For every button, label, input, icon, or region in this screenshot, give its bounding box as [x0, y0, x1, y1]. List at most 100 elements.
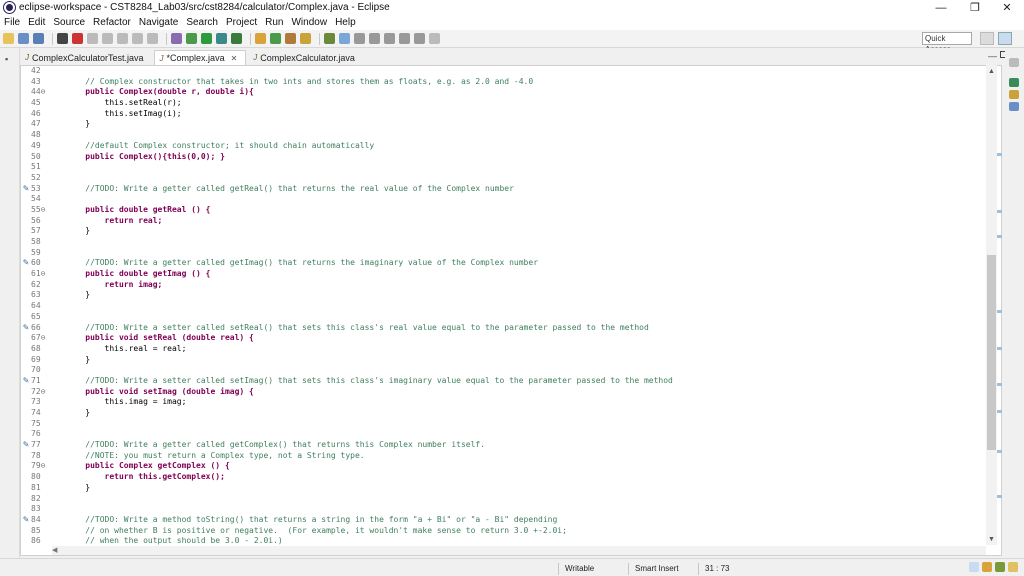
task-marker[interactable]: [997, 347, 1002, 350]
code-line[interactable]: //TODO: Write a setter called setReal() …: [66, 323, 981, 334]
back-icon[interactable]: [414, 33, 425, 44]
task-marker[interactable]: [997, 153, 1002, 156]
vertical-scrollbar[interactable]: ▲ ▼: [986, 65, 997, 545]
code-line[interactable]: public Complex(){this(0,0); }: [66, 152, 981, 163]
minimize-editor-icon[interactable]: —: [988, 51, 997, 61]
save-all-icon[interactable]: [33, 33, 44, 44]
menu-edit[interactable]: Edit: [28, 17, 45, 28]
restore-icon[interactable]: ▪: [5, 54, 8, 64]
show-whitespace-icon[interactable]: [354, 33, 365, 44]
code-line[interactable]: }: [66, 119, 981, 130]
code-line[interactable]: }: [66, 483, 981, 494]
task-marker[interactable]: [997, 235, 1002, 238]
external-tools-icon[interactable]: [231, 33, 242, 44]
code-line[interactable]: // Complex constructor that takes in two…: [66, 77, 981, 88]
task-marker-icon[interactable]: ✎: [21, 258, 31, 269]
console-icon[interactable]: [171, 33, 182, 44]
code-line[interactable]: [66, 130, 981, 141]
code-line[interactable]: [66, 162, 981, 173]
code-line[interactable]: //default Complex constructor; it should…: [66, 141, 981, 152]
code-line[interactable]: [66, 504, 981, 515]
progress-icon[interactable]: [982, 562, 992, 572]
menu-search[interactable]: Search: [186, 17, 218, 28]
scroll-left-icon[interactable]: ◀: [52, 546, 57, 554]
task-marker[interactable]: [997, 210, 1002, 213]
code-line[interactable]: [66, 248, 981, 259]
menu-help[interactable]: Help: [335, 17, 356, 28]
run-icon[interactable]: [201, 33, 212, 44]
search-icon[interactable]: [300, 33, 311, 44]
menu-refactor[interactable]: Refactor: [93, 17, 131, 28]
code-line[interactable]: public Complex(double r, double i){: [66, 87, 981, 98]
outline-icon[interactable]: [1009, 78, 1019, 87]
code-line[interactable]: //TODO: Write a getter called getComplex…: [66, 440, 981, 451]
code-line[interactable]: this.setReal(r);: [66, 98, 981, 109]
new-java-package-icon[interactable]: [255, 33, 266, 44]
close-tab-icon[interactable]: ✕: [231, 54, 238, 63]
code-line[interactable]: [66, 419, 981, 430]
code-line[interactable]: this.imag = imag;: [66, 397, 981, 408]
code-line[interactable]: [66, 194, 981, 205]
code-line[interactable]: [66, 312, 981, 323]
scroll-down-icon[interactable]: ▼: [987, 535, 996, 544]
save-icon[interactable]: [18, 33, 29, 44]
menu-run[interactable]: Run: [265, 17, 283, 28]
code-line[interactable]: this.real = real;: [66, 344, 981, 355]
code-line[interactable]: //TODO: Write a getter called getImag() …: [66, 258, 981, 269]
task-marker-icon[interactable]: ✎: [21, 184, 31, 195]
horizontal-scrollbar[interactable]: ◀: [52, 546, 986, 555]
skip-breakpoints-icon[interactable]: [72, 33, 83, 44]
code-line[interactable]: [66, 429, 981, 440]
code-line[interactable]: //TODO: Write a getter called getReal() …: [66, 184, 981, 195]
code-line[interactable]: public void setReal (double real) {: [66, 333, 981, 344]
step-into-icon[interactable]: [132, 33, 143, 44]
code-line[interactable]: // on whether B is positive or negative.…: [66, 526, 981, 537]
problems-icon[interactable]: [1009, 102, 1019, 111]
code-line[interactable]: //NOTE: you must return a Complex type, …: [66, 451, 981, 462]
code-line[interactable]: [66, 173, 981, 184]
code-line[interactable]: }: [66, 290, 981, 301]
restore-icon[interactable]: [1009, 58, 1019, 67]
task-marker[interactable]: [997, 450, 1002, 453]
java-perspective-icon[interactable]: [998, 32, 1012, 45]
close-button[interactable]: ✕: [992, 0, 1022, 15]
menu-navigate[interactable]: Navigate: [139, 17, 178, 28]
code-line[interactable]: return this.getComplex();: [66, 472, 981, 483]
code-line[interactable]: [66, 66, 981, 77]
code-line[interactable]: public void setImag (double imag) {: [66, 387, 981, 398]
new-java-class-icon[interactable]: [270, 33, 281, 44]
code-area[interactable]: // Complex constructor that takes in two…: [66, 66, 981, 555]
updates-icon[interactable]: [1008, 562, 1018, 572]
menu-source[interactable]: Source: [53, 17, 85, 28]
task-marker[interactable]: [997, 383, 1002, 386]
last-edit-location-icon[interactable]: [399, 33, 410, 44]
open-type-icon[interactable]: [285, 33, 296, 44]
code-line[interactable]: }: [66, 355, 981, 366]
scroll-up-icon[interactable]: ▲: [987, 67, 996, 76]
forward-icon[interactable]: [429, 33, 440, 44]
step-over-icon[interactable]: [147, 33, 158, 44]
task-list-icon[interactable]: [1009, 90, 1019, 99]
code-line[interactable]: //TODO: Write a setter called setImag() …: [66, 376, 981, 387]
suspend-icon[interactable]: [102, 33, 113, 44]
resume-icon[interactable]: [87, 33, 98, 44]
code-line[interactable]: this.setImag(i);: [66, 109, 981, 120]
quick-access-input[interactable]: Quick Access: [922, 32, 972, 54]
terminate-icon[interactable]: [117, 33, 128, 44]
task-marker[interactable]: [997, 495, 1002, 498]
menu-project[interactable]: Project: [226, 17, 257, 28]
overview-ruler[interactable]: [997, 65, 1002, 545]
task-marker-icon[interactable]: ✎: [21, 515, 31, 526]
maximize-button[interactable]: ❐: [960, 0, 990, 15]
task-marker-icon[interactable]: ✎: [21, 440, 31, 451]
scrollbar-thumb[interactable]: [987, 255, 996, 450]
toggle-mark-occurrences-icon[interactable]: [324, 33, 335, 44]
tab-complexcalculatortest[interactable]: J ComplexCalculatorTest.java: [20, 50, 152, 65]
code-line[interactable]: [66, 237, 981, 248]
open-perspective-icon[interactable]: [980, 32, 994, 45]
code-line[interactable]: return real;: [66, 216, 981, 227]
code-line[interactable]: public double getReal () {: [66, 205, 981, 216]
code-line[interactable]: [66, 365, 981, 376]
new-icon[interactable]: [3, 33, 14, 44]
code-line[interactable]: //TODO: Write a method toString() that r…: [66, 515, 981, 526]
